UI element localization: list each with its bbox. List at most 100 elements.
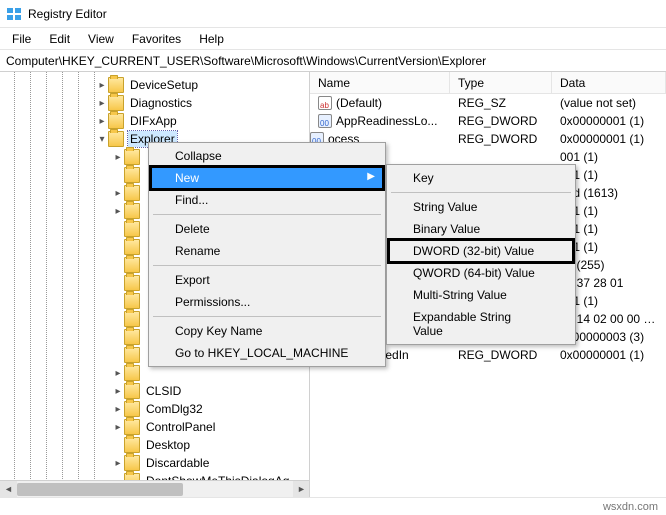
- menu-help[interactable]: Help: [191, 30, 232, 48]
- submenu-string-value[interactable]: String Value: [389, 196, 573, 218]
- folder-icon: [124, 347, 140, 363]
- value-type: REG_DWORD: [450, 348, 552, 362]
- column-name[interactable]: Name: [310, 72, 450, 93]
- title-bar: Registry Editor: [0, 0, 666, 28]
- menu-item-label: Rename: [175, 244, 220, 258]
- tree-item-CLSID[interactable]: ▸ CLSID: [0, 382, 309, 400]
- tree-item-label: Discardable: [144, 455, 211, 471]
- expand-icon[interactable]: ▸: [112, 404, 124, 415]
- menu-edit[interactable]: Edit: [41, 30, 78, 48]
- tree-item-DeviceSetup[interactable]: ▸DeviceSetup: [0, 76, 309, 94]
- tree-item-label: ComDlg32: [144, 401, 205, 417]
- expand-icon[interactable]: ▸: [96, 98, 108, 109]
- submenu-multi-string-value[interactable]: Multi-String Value: [389, 284, 573, 306]
- submenu-expandable-string-value[interactable]: Expandable String Value: [389, 306, 573, 342]
- expand-icon[interactable]: ▸: [112, 458, 124, 469]
- expand-icon[interactable]: ▾: [96, 134, 108, 145]
- menu-item-label: Copy Key Name: [175, 324, 262, 338]
- regedit-icon: [6, 6, 22, 22]
- folder-icon: [124, 419, 140, 435]
- expand-icon[interactable]: ▸: [96, 116, 108, 127]
- menu-item-label: Delete: [175, 222, 210, 236]
- menu-item-label: DWORD (32-bit) Value: [413, 244, 534, 258]
- submenu-binary-value[interactable]: Binary Value: [389, 218, 573, 240]
- folder-icon: [124, 329, 140, 345]
- context-menu-export[interactable]: Export: [151, 269, 383, 291]
- menu-item-label: Permissions...: [175, 295, 250, 309]
- context-menu-collapse[interactable]: Collapse: [151, 145, 383, 167]
- menu-item-label: Binary Value: [413, 222, 480, 236]
- submenu-dword-32-bit-value[interactable]: DWORD (32-bit) Value: [389, 240, 573, 262]
- tree-item-label: DIFxApp: [128, 113, 179, 129]
- expand-icon[interactable]: ▸: [112, 152, 124, 163]
- expand-icon[interactable]: ▸: [112, 206, 124, 217]
- context-menu-permissions-[interactable]: Permissions...: [151, 291, 383, 313]
- string-value-icon: [318, 96, 332, 110]
- folder-icon: [124, 383, 140, 399]
- expand-icon[interactable]: ▸: [112, 386, 124, 397]
- menu-item-label: Multi-String Value: [413, 288, 507, 302]
- context-menu-copy-key-name[interactable]: Copy Key Name: [151, 320, 383, 342]
- folder-icon: [124, 401, 140, 417]
- window-title: Registry Editor: [28, 7, 107, 21]
- tree-item-Desktop[interactable]: Desktop: [0, 436, 309, 454]
- submenu-key[interactable]: Key: [389, 167, 573, 189]
- expand-icon[interactable]: ▸: [112, 422, 124, 433]
- menu-favorites[interactable]: Favorites: [124, 30, 189, 48]
- value-type: REG_DWORD: [450, 132, 552, 146]
- folder-icon: [124, 167, 140, 183]
- folder-icon: [124, 203, 140, 219]
- folder-icon: [108, 131, 124, 147]
- menu-item-label: New: [175, 171, 199, 185]
- submenu-qword-64-bit-value[interactable]: QWORD (64-bit) Value: [389, 262, 573, 284]
- expand-icon[interactable]: ▸: [112, 188, 124, 199]
- menu-item-label: String Value: [413, 200, 477, 214]
- tree-item-ComDlg32[interactable]: ▸ ComDlg32: [0, 400, 309, 418]
- menu-separator: [153, 265, 381, 266]
- folder-icon: [124, 455, 140, 471]
- folder-icon: [124, 365, 140, 381]
- folder-icon: [124, 257, 140, 273]
- folder-icon: [108, 77, 124, 93]
- tree-item-label: Desktop: [144, 437, 192, 453]
- column-data[interactable]: Data: [552, 72, 666, 93]
- menu-bar: File Edit View Favorites Help: [0, 28, 666, 50]
- tree-item-DIFxApp[interactable]: ▸ DIFxApp: [0, 112, 309, 130]
- scroll-thumb[interactable]: [17, 483, 183, 496]
- context-menu-find-[interactable]: Find...: [151, 189, 383, 211]
- tree-item-ControlPanel[interactable]: ▸ControlPanel: [0, 418, 309, 436]
- folder-icon: [124, 149, 140, 165]
- tree-horizontal-scrollbar[interactable]: ◄ ►: [0, 480, 310, 497]
- expand-icon[interactable]: ▸: [96, 80, 108, 91]
- value-row[interactable]: (Default)REG_SZ(value not set): [310, 94, 666, 112]
- column-type[interactable]: Type: [450, 72, 552, 93]
- context-menu-go-to-hkey-local-machine[interactable]: Go to HKEY_LOCAL_MACHINE: [151, 342, 383, 364]
- tree-item-Diagnostics[interactable]: ▸Diagnostics: [0, 94, 309, 112]
- tree-item-label: CLSID: [144, 383, 183, 399]
- value-row[interactable]: AppReadinessLo...REG_DWORD0x00000001 (1): [310, 112, 666, 130]
- content-area: ▸DeviceSetup▸Diagnostics▸DIFxApp▾Explore…: [0, 72, 666, 497]
- address-bar[interactable]: Computer\HKEY_CURRENT_USER\Software\Micr…: [0, 50, 666, 72]
- menu-item-label: Collapse: [175, 149, 222, 163]
- tree-context-menu: Collapse New▶Find... Delete Rename Export Per…: [148, 142, 386, 367]
- value-name: AppReadinessLo...: [310, 114, 450, 128]
- tree-item-Discardable[interactable]: ▸ Discardable: [0, 454, 309, 472]
- menu-separator: [153, 316, 381, 317]
- context-menu-new[interactable]: New▶: [151, 167, 383, 189]
- value-name: (Default): [310, 96, 450, 110]
- context-menu-delete[interactable]: Delete: [151, 218, 383, 240]
- menu-file[interactable]: File: [4, 30, 39, 48]
- menu-view[interactable]: View: [80, 30, 122, 48]
- menu-separator: [391, 192, 571, 193]
- folder-icon: [124, 311, 140, 327]
- folder-icon: [124, 293, 140, 309]
- expand-icon[interactable]: ▸: [112, 368, 124, 379]
- scroll-left-button[interactable]: ◄: [0, 481, 17, 498]
- menu-item-label: Go to HKEY_LOCAL_MACHINE: [175, 346, 348, 360]
- scroll-right-button[interactable]: ►: [293, 481, 310, 498]
- context-menu-rename[interactable]: Rename: [151, 240, 383, 262]
- address-path: Computer\HKEY_CURRENT_USER\Software\Micr…: [6, 54, 486, 68]
- menu-item-label: Export: [175, 273, 210, 287]
- status-bar: wsxdn.com: [0, 497, 666, 515]
- menu-separator: [153, 214, 381, 215]
